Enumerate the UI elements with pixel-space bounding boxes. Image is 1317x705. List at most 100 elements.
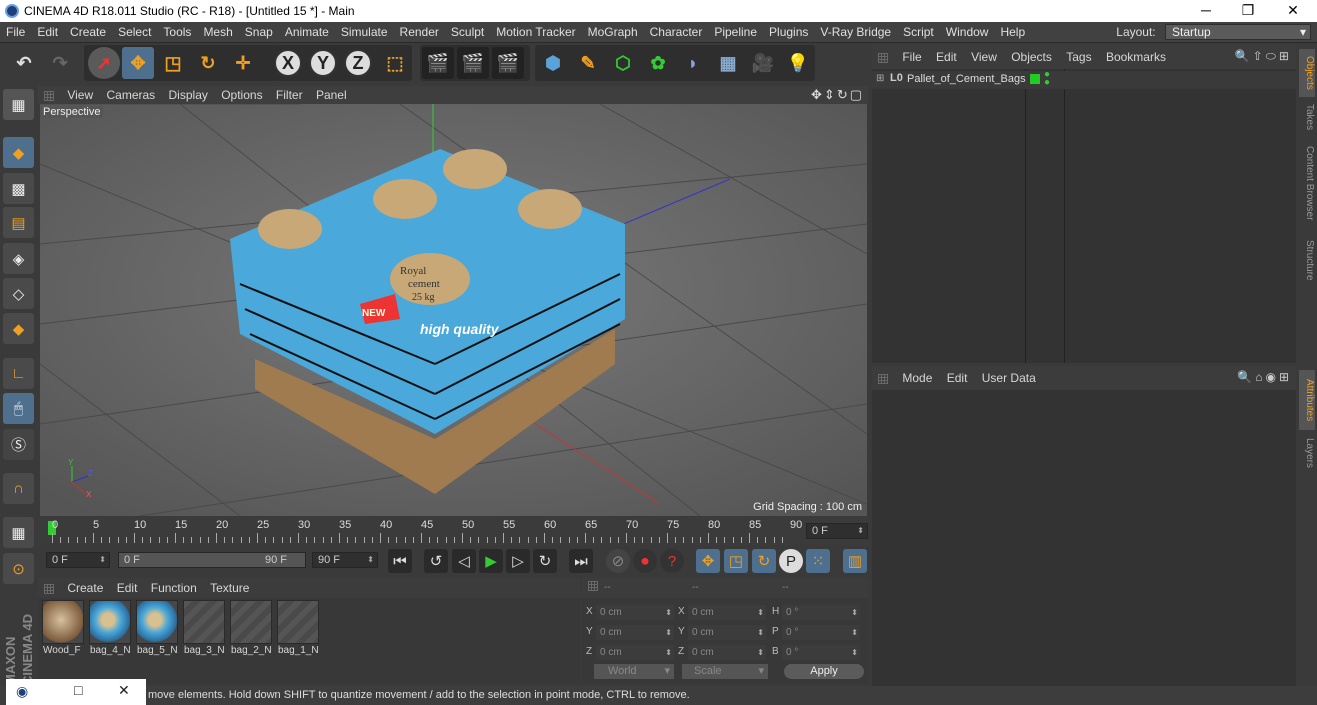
menu-help[interactable]: Help (994, 22, 1031, 43)
deformer-icon[interactable]: ◗ (677, 47, 709, 79)
menu-character[interactable]: Character (644, 22, 709, 43)
z-axis-icon[interactable]: Z (344, 49, 372, 77)
viewport-menu-filter[interactable]: Filter (276, 86, 303, 104)
next-frame-icon[interactable]: ▷ (506, 549, 530, 573)
object-row[interactable]: ⊞ L0 Pallet_of_Cement_Bags ● ● (872, 70, 1296, 89)
edges-mode-icon[interactable]: ◇ (3, 278, 34, 309)
close-button[interactable]: ✕ (1270, 0, 1316, 22)
attribute-menu-edit[interactable]: Edit (947, 366, 968, 390)
make-editable-icon[interactable]: ▦ (3, 89, 34, 120)
menu-tools[interactable]: Tools (157, 22, 197, 43)
minimize-button[interactable]: ─ (1183, 0, 1229, 22)
expand-icon[interactable]: ⊞ (876, 73, 884, 84)
tab-content-browser[interactable]: Content Browser (1299, 141, 1315, 225)
menu-pipeline[interactable]: Pipeline (708, 22, 763, 43)
viewport-menu-options[interactable]: Options (221, 86, 262, 104)
snap-icon[interactable]: ⊙ (3, 553, 34, 584)
tab-attributes[interactable]: Attributes (1299, 370, 1315, 430)
menu-vray-bridge[interactable]: V-Ray Bridge (814, 22, 897, 43)
object-menu-edit[interactable]: Edit (936, 45, 957, 69)
pen-icon[interactable]: ✎ (572, 47, 604, 79)
coordinate-field[interactable]: 0 ° (782, 625, 860, 640)
move-icon[interactable]: ✥ (122, 47, 154, 79)
previous-frame-icon[interactable]: ◁ (452, 549, 476, 573)
redo-icon[interactable]: ↷ (44, 47, 76, 79)
menu-simulate[interactable]: Simulate (335, 22, 394, 43)
tweak-icon[interactable]: 🖱 (3, 393, 34, 424)
x-axis-icon[interactable]: X (274, 49, 302, 77)
floor-icon[interactable]: ▦ (712, 47, 744, 79)
model-mode-icon[interactable]: ◆ (3, 137, 34, 168)
world-coordinates-icon[interactable]: ⬚ (379, 47, 411, 79)
current-frame-field[interactable]: 0 F ⬍ (806, 523, 868, 539)
texture-mode-icon[interactable]: ▩ (3, 173, 34, 204)
menu-render[interactable]: Render (394, 22, 445, 43)
material-thumbnail[interactable] (277, 600, 319, 644)
cloner-icon[interactable]: ✿ (642, 47, 674, 79)
coordinate-field[interactable]: 0 ° (782, 605, 860, 620)
panel-grip[interactable] (878, 52, 888, 63)
subdivision-icon[interactable]: ⬡ (607, 47, 639, 79)
render-settings-icon[interactable]: 🎬 (492, 47, 524, 79)
key-rotate-icon[interactable]: ↻ (752, 549, 776, 573)
tab-structure[interactable]: Structure (1299, 235, 1315, 285)
object-name[interactable]: Pallet_of_Cement_Bags (907, 73, 1026, 85)
axis-mode-icon[interactable]: ∟ (3, 358, 34, 389)
timeline-ruler[interactable]: 0 5 10 15 20 25 30 35 40 45 50 55 60 65 70 75 80 85 90 0 F… (38, 517, 868, 545)
coordinate-field[interactable]: 0 cm (688, 645, 766, 660)
menu-motion-tracker[interactable]: Motion Tracker (490, 22, 581, 43)
menu-script[interactable]: Script (897, 22, 940, 43)
previous-keyframe-icon[interactable]: ↺ (424, 549, 448, 573)
panel-grip[interactable] (588, 580, 598, 591)
coordinate-field[interactable]: 0 cm (596, 625, 674, 640)
menu-plugins[interactable]: Plugins (763, 22, 814, 43)
attribute-manager-nav-icons[interactable]: 🔍⌂◉⊞ (1237, 370, 1292, 384)
magnet-icon[interactable]: ∩ (3, 473, 34, 504)
thumbnail-maximize-button[interactable]: □ (74, 682, 82, 698)
coordinate-system-dropdown[interactable]: World ▾ (594, 664, 674, 679)
viewport-menu-panel[interactable]: Panel (316, 86, 347, 104)
material-thumbnail[interactable] (136, 600, 178, 644)
coordinate-field[interactable]: 0 cm (596, 645, 674, 660)
layout-dropdown[interactable]: Startup (1165, 24, 1311, 40)
render-picture-viewer-icon[interactable]: 🎬 (457, 47, 489, 79)
3d-viewport[interactable]: Royal cement 25 kg high quality NEW Y Z … (40, 104, 867, 516)
key-pla-icon[interactable]: ⁙ (806, 549, 830, 573)
menu-sculpt[interactable]: Sculpt (445, 22, 490, 43)
menu-window[interactable]: Window (940, 22, 995, 43)
menu-select[interactable]: Select (112, 22, 157, 43)
visibility-dots-icon[interactable]: ● ● (1044, 70, 1050, 88)
record-icon[interactable]: ⏺ (633, 549, 657, 573)
viewport-navigation-icons[interactable]: ✥⇕↻▢ (811, 87, 864, 103)
record-disabled-icon[interactable]: ⊘ (606, 549, 630, 573)
lock-workplane-icon[interactable]: ▦ (3, 517, 34, 548)
play-icon[interactable]: ▶ (479, 549, 503, 573)
material-thumbnail[interactable] (183, 600, 225, 644)
points-mode-icon[interactable]: ◈ (3, 243, 34, 274)
panel-grip[interactable] (44, 90, 54, 101)
y-axis-icon[interactable]: Y (309, 49, 337, 77)
cube-icon[interactable]: ⬢ (537, 47, 569, 79)
menu-edit[interactable]: Edit (31, 22, 64, 43)
menu-animate[interactable]: Animate (279, 22, 335, 43)
thumbnail-close-button[interactable]: ✕ (118, 682, 130, 699)
menu-mesh[interactable]: Mesh (197, 22, 238, 43)
rotate-icon[interactable]: ↻ (192, 47, 224, 79)
frame-range-slider[interactable]: 0 F 90 F (118, 552, 306, 568)
material-thumbnail[interactable] (42, 600, 84, 644)
scale-icon[interactable]: ◳ (157, 47, 189, 79)
object-menu-view[interactable]: View (971, 45, 997, 69)
go-to-end-icon[interactable]: ⏭ (569, 549, 593, 573)
viewport-menu-display[interactable]: Display (169, 86, 208, 104)
polygons-mode-icon[interactable]: ◆ (3, 313, 34, 344)
menu-create[interactable]: Create (64, 22, 112, 43)
key-scale-icon[interactable]: ◳ (724, 549, 748, 573)
panel-grip[interactable] (44, 583, 54, 594)
app-thumbnail-icon[interactable]: ◉ (16, 683, 28, 700)
autokey-icon[interactable]: ? (660, 549, 684, 573)
object-manager-nav-icons[interactable]: 🔍⇧⬭⊞ (1235, 49, 1292, 64)
material-menu-texture[interactable]: Texture (210, 578, 249, 598)
size-mode-dropdown[interactable]: Scale ▾ (682, 664, 768, 679)
material-thumbnail[interactable] (230, 600, 272, 644)
restore-button[interactable]: ❐ (1225, 0, 1271, 22)
